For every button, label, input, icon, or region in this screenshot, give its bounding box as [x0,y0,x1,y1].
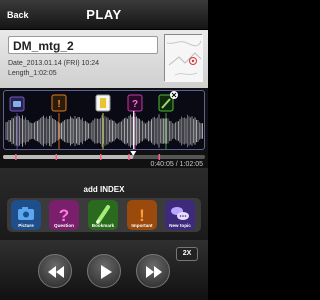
play-button[interactable] [87,254,121,288]
add-index-title: add INDEX [83,185,125,194]
add-important-index-button[interactable]: ! Important [127,200,157,230]
file-date: Date_2013.01.14 (FRI) 10:24 [8,60,100,67]
add-bookmark-index-button[interactable]: Bookmark [88,200,118,230]
transport-controls: 2X [0,240,208,300]
file-length: Length_1:02:05 [8,70,57,77]
rewind-button[interactable] [38,254,72,288]
time-readout: 0:40:05 / 1:02:05 [150,161,203,168]
location-map-thumbnail[interactable] [164,34,203,82]
seek-index-tick [128,154,130,160]
add-new-topic-index-button[interactable]: New topic [165,200,195,230]
add-picture-index-button[interactable]: Picture [11,200,41,230]
question-label: Question [54,223,74,228]
svg-text:?: ? [132,99,138,110]
audio-waveform: ! ? [5,91,203,149]
svg-text:!: ! [57,99,60,110]
seek-index-tick [158,154,161,160]
important-label: Important [131,223,153,228]
play-icon [101,265,112,279]
top-bar: Back PLAY [0,0,208,30]
seek-index-tick [55,154,58,160]
rewind-icon [48,266,64,278]
fast-forward-icon [146,266,162,278]
seek-index-tick [15,154,17,160]
add-question-index-button[interactable]: ? Question [49,200,79,230]
seek-index-tick [99,154,102,160]
waveform-area: ! ? 0:40:05 / 1:02:05 [0,88,208,168]
bookmark-label: Bookmark [91,223,115,228]
picture-label: Picture [18,223,34,228]
file-name-field[interactable]: DM_mtg_2 [8,36,158,54]
add-index-panel: add INDEX Picture ? Question Bookmark ! … [0,168,208,240]
index-button-tray: Picture ? Question Bookmark ! Important [7,198,201,232]
map-icon [165,35,203,82]
file-info-panel: DM_mtg_2 Date_2013.01.14 (FRI) 10:24 Len… [0,30,208,88]
playback-speed-button[interactable]: 2X [176,247,198,261]
new-topic-label: New topic [169,223,191,228]
fast-forward-button[interactable] [136,254,170,288]
waveform-panel[interactable]: ! ? [3,90,205,150]
delete-marker-icon[interactable] [170,91,178,99]
screen-title: PLAY [86,7,122,22]
